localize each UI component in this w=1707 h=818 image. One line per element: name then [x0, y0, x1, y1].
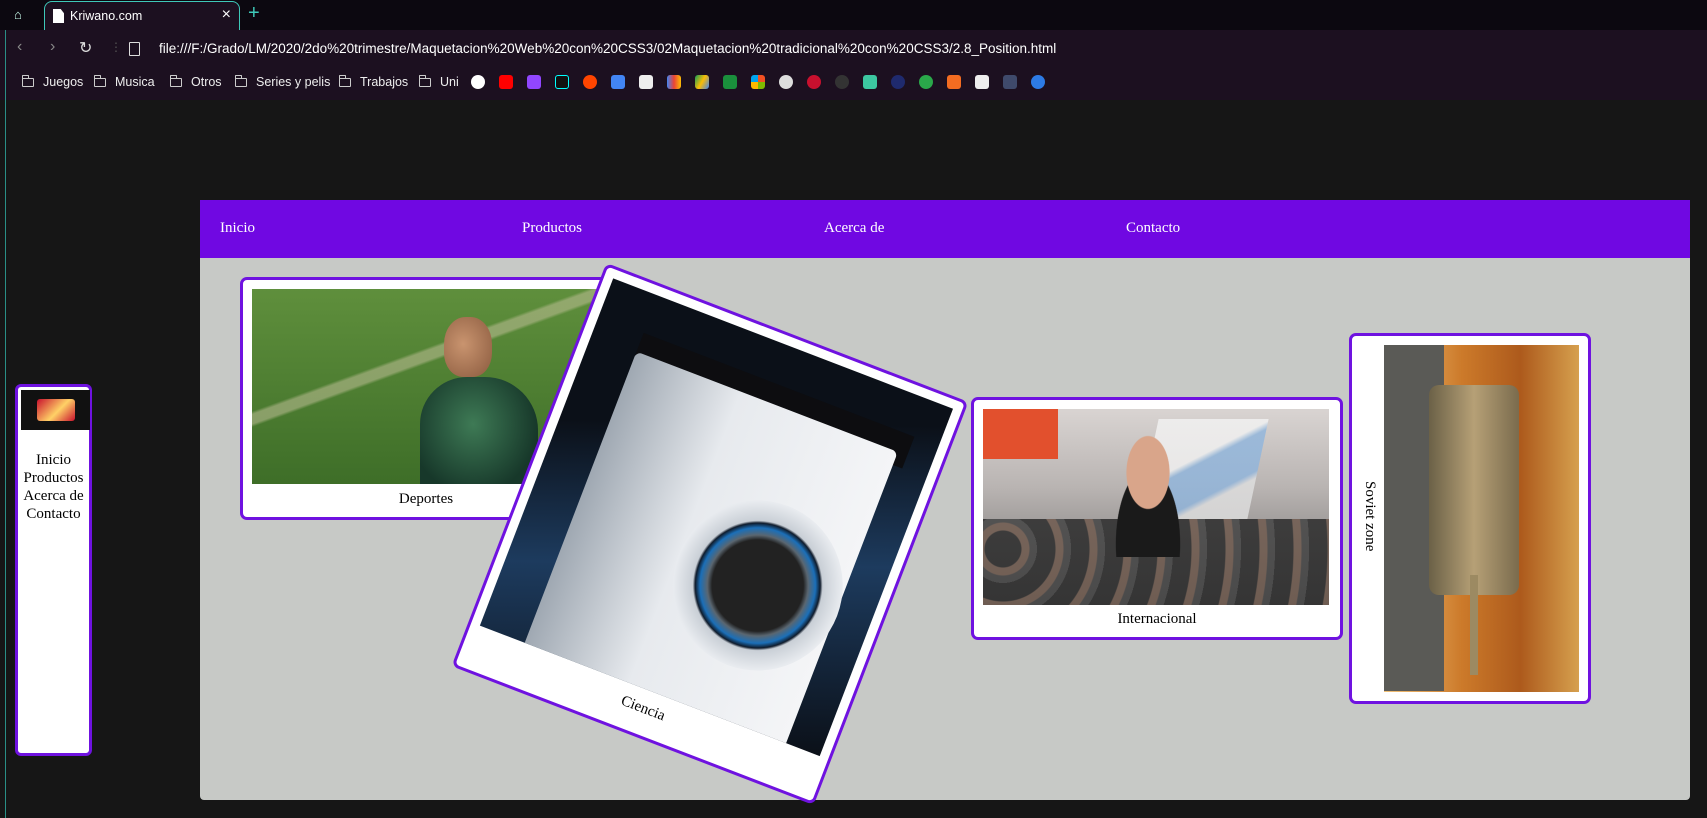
sidebar-item-contacto[interactable]: Contacto [18, 505, 89, 523]
reddit-icon[interactable] [583, 75, 597, 89]
sidebar-item-inicio[interactable]: Inicio [18, 451, 89, 469]
card-caption: Internacional [1117, 611, 1197, 627]
bookmark-label: Otros [191, 75, 222, 89]
bookmark-label: Uni [440, 75, 459, 89]
player-head [444, 317, 492, 377]
bookmark-folder-juegos[interactable]: Juegos [22, 74, 84, 89]
site-icon[interactable] [1003, 75, 1017, 89]
man-figure [1098, 427, 1198, 557]
site-logo[interactable] [21, 390, 90, 430]
folder-icon [94, 74, 106, 87]
badge-icon[interactable] [807, 75, 821, 89]
card-caption: Soviet zone [1362, 481, 1378, 552]
tab-title: Kriwano.com [70, 9, 143, 23]
bookmark-label: Musica [115, 75, 155, 89]
site-icon[interactable] [835, 75, 849, 89]
site-icon[interactable] [779, 75, 793, 89]
tiktok-icon[interactable] [555, 75, 569, 89]
menu-item-inicio[interactable]: Inicio [220, 220, 255, 237]
ft-icon[interactable] [947, 75, 961, 89]
divider: ⋮ [110, 40, 122, 54]
url-field[interactable]: file:///F:/Grado/LM/2020/2do%20trimestre… [159, 41, 1056, 56]
folder-icon [419, 74, 431, 87]
drive-icon[interactable] [695, 75, 709, 89]
classroom-icon[interactable] [723, 75, 737, 89]
address-bar-row: ‹ › ↻ ⋮ file:///F:/Grado/LM/2020/2do%20t… [0, 30, 1707, 66]
file-icon[interactable] [129, 42, 140, 56]
flag-red [983, 409, 1058, 459]
folder-icon [22, 74, 34, 87]
reload-icon[interactable]: ↻ [79, 38, 92, 58]
tank-photo [1384, 345, 1579, 692]
window-edge [5, 30, 6, 818]
sidebar-item-productos[interactable]: Productos [18, 469, 89, 487]
tank-barrel [1470, 575, 1478, 675]
sidebar-links: Inicio Productos Acerca de Contacto [18, 451, 89, 523]
folder-icon [170, 74, 182, 87]
document-icon[interactable] [639, 75, 653, 89]
menu-item-productos[interactable]: Productos [522, 220, 582, 237]
close-tab-icon[interactable]: × [222, 6, 231, 24]
browser-tab[interactable]: Kriwano.com × [44, 1, 240, 31]
sidebar-item-acerca[interactable]: Acerca de [18, 487, 89, 505]
bookmark-folder-trabajos[interactable]: Trabajos [339, 74, 409, 89]
site-icon[interactable] [863, 75, 877, 89]
menu-item-contacto[interactable]: Contacto [1126, 220, 1180, 237]
tab-actions-icon[interactable]: ⌂ [14, 7, 32, 23]
microsoft-icon[interactable] [751, 75, 765, 89]
card-internacional[interactable]: Internacional [971, 397, 1343, 640]
card-soviet-zone[interactable]: Soviet zone [1349, 333, 1591, 704]
forward-icon[interactable]: › [50, 38, 55, 56]
bookmark-folder-series[interactable]: Series y pelis [235, 74, 331, 89]
bookmark-label: Series y pelis [256, 75, 331, 89]
new-tab-icon[interactable]: + [248, 2, 260, 25]
document-icon[interactable] [975, 75, 989, 89]
folder-icon [339, 74, 351, 87]
bookmark-folder-musica[interactable]: Musica [94, 74, 155, 89]
sidebar: Inicio Productos Acerca de Contacto [15, 384, 92, 756]
top-menu: Inicio Productos Acerca de Contacto [200, 200, 1690, 258]
news-photo [983, 409, 1329, 605]
translate-icon[interactable] [611, 75, 625, 89]
fcm-icon[interactable] [891, 75, 905, 89]
folder-icon [235, 74, 247, 87]
twitch-icon[interactable] [527, 75, 541, 89]
page-favicon-icon [53, 9, 64, 23]
player-figure [420, 377, 538, 484]
bookmark-folder-uni[interactable]: Uni [419, 74, 459, 89]
bookmarks-bar: Juegos Musica Otros Series y pelis Traba… [0, 66, 1707, 100]
google-icon[interactable] [471, 75, 485, 89]
menu-item-acerca[interactable]: Acerca de [824, 220, 884, 237]
bookmark-label: Juegos [43, 75, 84, 89]
tab-bar: ⌂ Kriwano.com × + [0, 0, 1707, 31]
bookmark-label: Trabajos [360, 75, 409, 89]
tank [1429, 385, 1519, 595]
site-icon[interactable] [1031, 75, 1045, 89]
back-icon[interactable]: ‹ [17, 38, 22, 56]
site-icon[interactable] [919, 75, 933, 89]
logo-icon [36, 399, 75, 421]
youtube-icon[interactable] [499, 75, 513, 89]
gmail-icon[interactable] [667, 75, 681, 89]
bookmark-folder-otros[interactable]: Otros [170, 74, 222, 89]
